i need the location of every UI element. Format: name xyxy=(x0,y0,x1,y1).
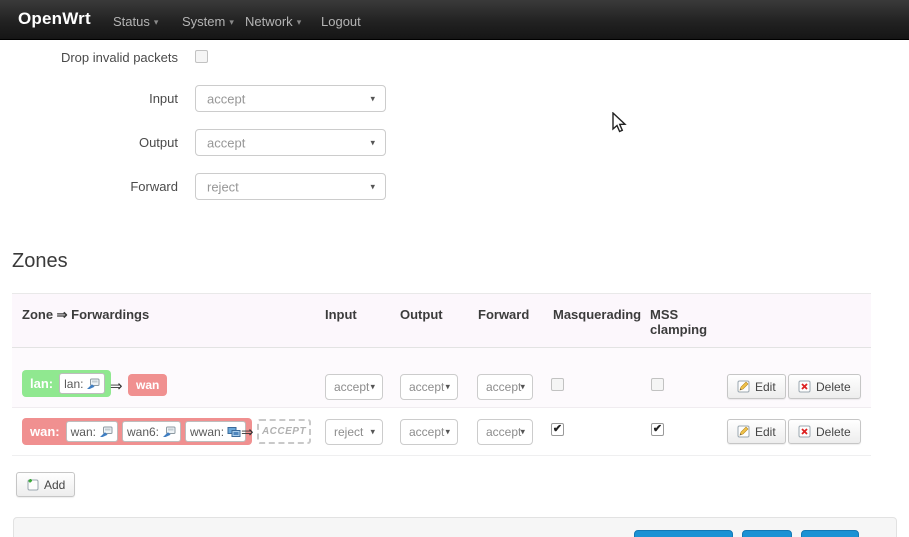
col-masquerading: Masquerading xyxy=(553,307,641,322)
target-zone-wan: wan xyxy=(128,374,167,396)
chevron-down-icon: ▾ xyxy=(297,17,302,27)
interface-lan: lan: xyxy=(59,373,105,394)
wan-delete-button[interactable]: Delete xyxy=(788,419,861,444)
mouse-cursor xyxy=(611,112,631,134)
zone-row-wan: wan: wan: wan6: wwan: ⇒ ACCEPT reject▾ a… xyxy=(12,408,871,456)
forward-arrow: ⇒ xyxy=(110,377,123,395)
lan-input-select[interactable]: accept▾ xyxy=(325,374,383,400)
openwrt-logo: OpenWrt xyxy=(18,9,91,29)
lan-forward-select[interactable]: accept▾ xyxy=(477,374,533,400)
select-arrow-icon: ▾ xyxy=(445,382,450,393)
output-policy-select[interactable]: accept▾ xyxy=(195,129,386,156)
wan-masquerading-checkbox[interactable]: ✔ xyxy=(551,423,564,436)
zone-badge-wan: wan: wan: wan6: wwan: xyxy=(22,418,252,445)
ethernet-icon xyxy=(99,426,113,438)
zones-table-header: Zone ⇒ Forwardings Input Output Forward … xyxy=(12,293,871,348)
col-forward: Forward xyxy=(478,307,529,322)
save-apply-button[interactable] xyxy=(634,530,733,537)
wan-output-select[interactable]: accept▾ xyxy=(400,419,458,445)
wan-forward-select[interactable]: accept▾ xyxy=(477,419,533,445)
lan-mss-clamping-checkbox[interactable] xyxy=(651,378,664,391)
output-label: Output xyxy=(0,135,178,150)
openwrt-firewall-page: OpenWrt Status▾ System▾ Network▾ Logout … xyxy=(0,0,909,537)
drop-invalid-packets-checkbox[interactable] xyxy=(195,50,208,63)
lan-masquerading-checkbox[interactable] xyxy=(551,378,564,391)
add-icon xyxy=(26,478,39,491)
select-arrow-icon: ▾ xyxy=(445,427,450,438)
select-arrow-icon: ▾ xyxy=(370,93,375,104)
select-arrow-icon: ▾ xyxy=(370,137,375,148)
lan-edit-button[interactable]: Edit xyxy=(727,374,786,399)
ethernet-icon xyxy=(86,378,100,390)
col-zone-forwardings: Zone ⇒ Forwardings xyxy=(22,307,149,323)
col-mss-clamping: MSS clamping xyxy=(650,307,712,337)
select-arrow-icon: ▾ xyxy=(520,382,525,393)
target-accept: ACCEPT xyxy=(257,419,311,444)
col-input: Input xyxy=(325,307,357,322)
drop-invalid-packets-label: Drop invalid packets xyxy=(0,50,178,65)
save-button[interactable] xyxy=(742,530,792,537)
wan-edit-button[interactable]: Edit xyxy=(727,419,786,444)
chevron-down-icon: ▾ xyxy=(154,17,159,27)
input-label: Input xyxy=(0,91,178,106)
delete-icon xyxy=(798,380,811,393)
forward-policy-select[interactable]: reject▾ xyxy=(195,173,386,200)
input-policy-select[interactable]: accept▾ xyxy=(195,85,386,112)
select-arrow-icon: ▾ xyxy=(370,382,375,393)
select-arrow-icon: ▾ xyxy=(520,427,525,438)
edit-icon xyxy=(737,380,750,393)
select-arrow-icon: ▾ xyxy=(370,427,375,438)
zones-section-title: Zones xyxy=(12,250,68,273)
wireless-icon xyxy=(227,426,241,438)
interface-wan6: wan6: xyxy=(122,421,181,442)
top-navbar: OpenWrt Status▾ System▾ Network▾ Logout xyxy=(0,0,909,40)
forward-arrow: ⇒ xyxy=(241,423,254,441)
lan-output-select[interactable]: accept▾ xyxy=(400,374,458,400)
add-zone-button[interactable]: Add xyxy=(16,472,75,497)
delete-icon xyxy=(798,425,811,438)
interface-wwan: wwan: xyxy=(185,421,246,442)
footer-action-bar xyxy=(13,517,897,537)
nav-logout[interactable]: Logout xyxy=(321,14,361,29)
zone-badge-lan: lan: lan: xyxy=(22,370,111,397)
col-output: Output xyxy=(400,307,443,322)
ethernet-icon xyxy=(162,426,176,438)
edit-icon xyxy=(737,425,750,438)
wan-mss-clamping-checkbox[interactable]: ✔ xyxy=(651,423,664,436)
select-arrow-icon: ▾ xyxy=(370,181,375,192)
nav-system[interactable]: System▾ xyxy=(182,14,234,29)
chevron-down-icon: ▾ xyxy=(229,17,234,27)
nav-network[interactable]: Network▾ xyxy=(245,14,301,29)
wan-input-select[interactable]: reject▾ xyxy=(325,419,383,445)
nav-status[interactable]: Status▾ xyxy=(113,14,158,29)
forward-label: Forward xyxy=(0,179,178,194)
reset-button[interactable] xyxy=(801,530,859,537)
zone-row-lan: lan: lan: ⇒ wan accept▾ accept▾ accept▾ … xyxy=(12,348,871,408)
lan-delete-button[interactable]: Delete xyxy=(788,374,861,399)
interface-wan: wan: xyxy=(66,421,118,442)
